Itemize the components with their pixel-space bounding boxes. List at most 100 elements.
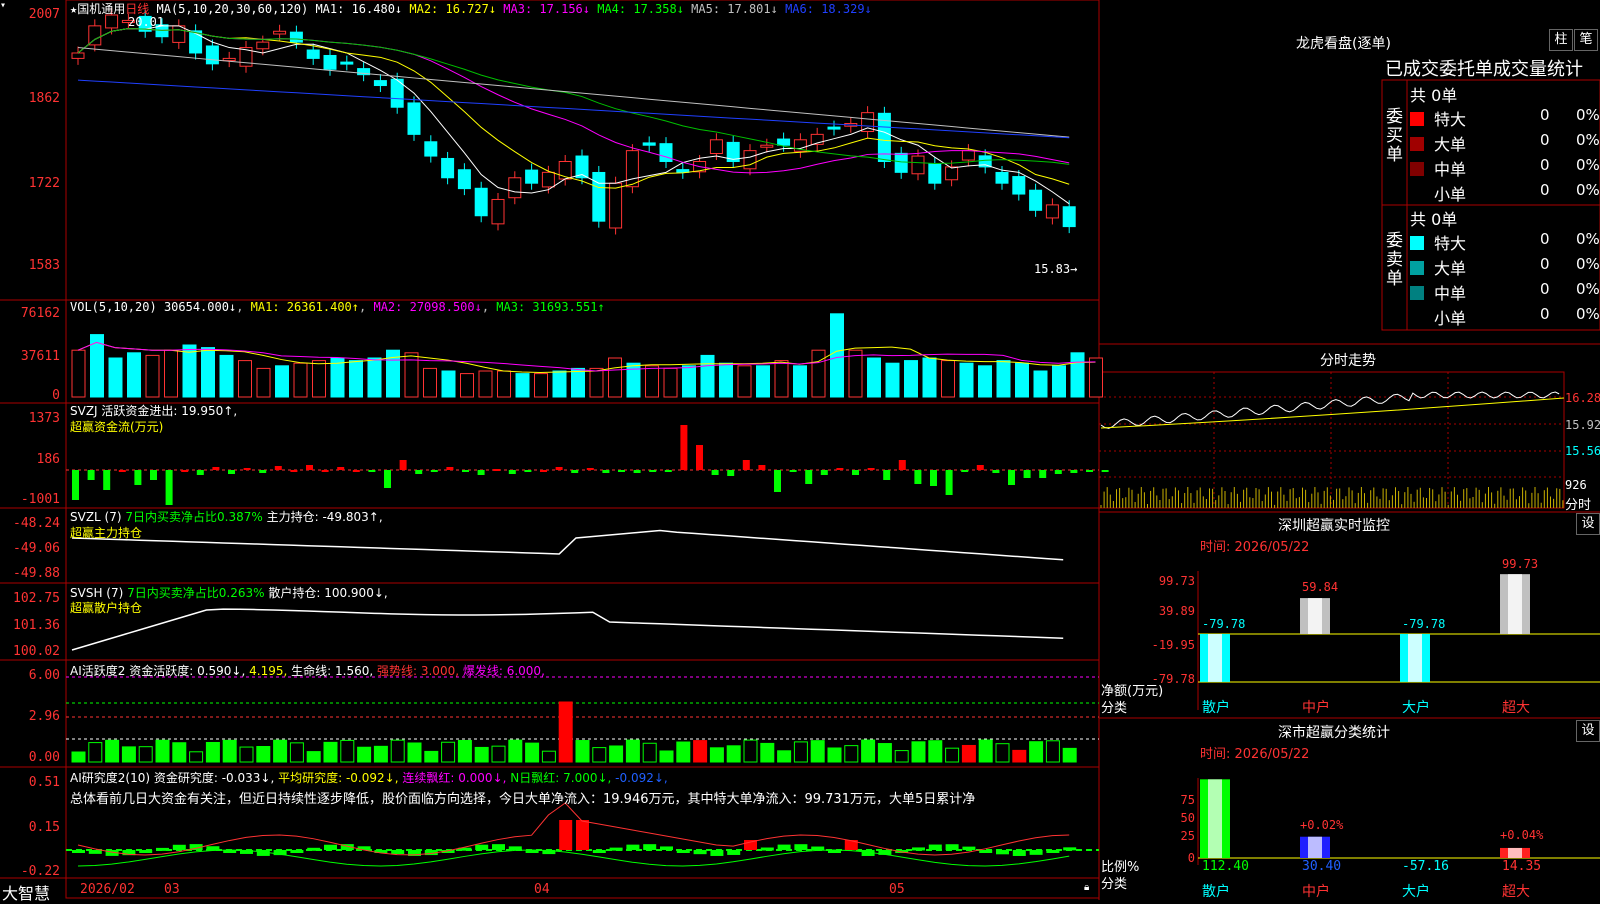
settings-button[interactable]: 设 [1576, 720, 1600, 742]
stock-name[interactable]: 国机通用 [77, 2, 125, 16]
svzj-bar [1023, 470, 1031, 478]
order-color-swatch [1410, 261, 1424, 275]
active-bar [961, 744, 976, 763]
volume-bar [737, 365, 752, 398]
order-size-label: 特大 [1434, 234, 1467, 253]
active-bar [844, 745, 859, 763]
active-bar [474, 746, 489, 763]
svsh-y-label: 101.36 [13, 618, 60, 633]
corner-arrow-icon[interactable]: ▾ [0, 0, 6, 11]
svzj-bar [274, 466, 282, 470]
svzj-bar [883, 470, 891, 480]
intraday-price-label: 16.28 [1565, 391, 1600, 405]
volume-bar [756, 365, 770, 398]
settings-button[interactable]: 设 [1576, 513, 1600, 535]
svzj-bar [742, 460, 750, 470]
candle-body [323, 54, 337, 70]
intraday-unit-label: 分时 [1565, 498, 1592, 513]
research-bar [307, 847, 321, 851]
active-bar [1029, 741, 1044, 763]
ma-label: MA(5,10,20,30,60,120) [156, 2, 309, 16]
svzj-bar [961, 470, 969, 472]
candle-body [894, 152, 908, 173]
svzj-bar [680, 425, 688, 470]
svzj-bar [774, 470, 781, 492]
active-bar [525, 742, 540, 763]
ai-research-label: AI研究度2(10) [70, 771, 151, 785]
active-bar [877, 743, 892, 763]
ai-active-t3: 生命线: 1.560, [291, 664, 374, 678]
order-size-label: 小单 [1434, 309, 1467, 328]
research-bar [475, 844, 489, 850]
research-bar [206, 846, 220, 850]
stats-title: 已成交委托单成交量统计 [1385, 59, 1583, 80]
monitor-bar-highlight [1208, 634, 1222, 682]
svzj-bar [930, 470, 937, 486]
active-bar [777, 750, 792, 763]
svzj-bar [711, 470, 719, 475]
svzj-bar [898, 460, 906, 470]
active-bar [491, 745, 506, 763]
ai-active-t2: 4.195, [249, 664, 288, 678]
svsh-y-label: 100.02 [13, 644, 60, 659]
svzj-bar [103, 470, 111, 490]
monitor-bar-value: 99.73 [1502, 557, 1539, 571]
active-bar [189, 751, 204, 763]
lock-icon[interactable]: 🔒︎ [1084, 882, 1089, 893]
candle-body [592, 171, 606, 222]
svzj-bar [290, 470, 298, 472]
research-bar [559, 820, 573, 850]
ai-active-y-label: 6.00 [28, 668, 60, 683]
candle-body [625, 150, 639, 188]
price-y-label: 2007 [28, 7, 60, 22]
svzj-bar [852, 470, 859, 475]
ma-value: MA3: 17.156↓ [496, 2, 590, 16]
order-size-label: 特大 [1434, 110, 1467, 129]
candle-body [306, 49, 320, 59]
active-bar [861, 739, 876, 763]
active-bar [121, 746, 136, 763]
research-bar [1012, 850, 1026, 856]
svzj-bar [945, 470, 953, 495]
tick-mode-button[interactable]: 笔 [1574, 29, 1598, 51]
active-bar [592, 747, 607, 763]
svzj-bar [508, 470, 516, 474]
active-bar [928, 740, 943, 763]
volume-bar [682, 365, 696, 398]
order-color-swatch [1410, 187, 1424, 201]
sz-class-title: 深市超赢分类统计 [1278, 725, 1390, 741]
volume-bar [238, 360, 252, 398]
svzj-bar [571, 470, 579, 473]
active-bar [995, 743, 1010, 763]
svzj-y-label: 1373 [28, 411, 60, 426]
svzj-bar [1070, 470, 1078, 473]
active-bar [357, 746, 372, 763]
ai-active-t4: 强势线: 3.000, [377, 664, 460, 678]
svzj-bar [633, 470, 641, 473]
order-size-label: 中单 [1434, 284, 1467, 303]
candle-body [457, 169, 471, 190]
bar-mode-button[interactable]: 柱 [1549, 29, 1573, 51]
order-percent: 0% [1576, 131, 1600, 149]
class-bar-value: 14.35 [1502, 859, 1542, 874]
active-bar [625, 739, 640, 763]
sell-total: 共 0单 [1410, 210, 1458, 229]
chart-canvas[interactable] [0, 0, 1600, 900]
svzl-desc1: 7日内买卖净占比0.387% [125, 510, 263, 524]
period-label[interactable]: 日线 [125, 2, 149, 16]
svzj-bar [321, 470, 329, 472]
ai-research-legend: AI研究度2(10) 资金研究度: -0.033↓, 平均研究度: -0.092… [70, 769, 668, 786]
volume-bar [1033, 370, 1048, 398]
candle-body [441, 157, 455, 179]
buy-total: 共 0单 [1410, 86, 1458, 105]
order-color-swatch [1410, 137, 1424, 151]
active-bar [256, 746, 271, 763]
volume-bar [830, 313, 844, 398]
app-logo: 大智慧 [2, 884, 51, 903]
svzj-y-label: -1001 [20, 492, 60, 507]
ai-research-summary: 总体看前几日大资金有关注，但近日持续性逐步降低，股价面临方向选择，今日大单净流入… [70, 792, 976, 807]
svzj-bar [243, 468, 251, 470]
class-category: 散户 [1202, 884, 1230, 900]
date-label: 03 [164, 882, 180, 897]
ai-research-t1: 资金研究度: -0.033↓, [153, 771, 275, 785]
